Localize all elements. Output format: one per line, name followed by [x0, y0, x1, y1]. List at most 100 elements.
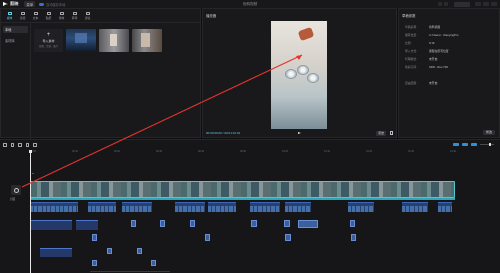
player-title: 播放器	[206, 14, 217, 18]
cover-button[interactable]	[11, 185, 21, 195]
ruler-tick: 00:40	[198, 150, 204, 153]
filter-icon	[85, 11, 90, 15]
media-thumbnail[interactable]	[66, 29, 96, 52]
main-video-track[interactable]	[30, 181, 455, 198]
text-clip[interactable]	[137, 248, 142, 254]
undo-icon[interactable]	[10, 143, 14, 147]
timeline-panel: 00:00 00:10 00:20 00:30 00:40 00:50 01:0…	[0, 139, 500, 273]
app-logo-icon	[3, 2, 8, 6]
audio-segment[interactable]	[122, 202, 152, 212]
delete-icon[interactable]	[33, 143, 37, 147]
ruler-tick: 01:00	[282, 150, 288, 153]
detail-row: 自由层级: 未开启	[405, 81, 438, 85]
maximize-icon[interactable]	[483, 1, 489, 6]
minimize-icon[interactable]	[475, 1, 481, 6]
fullscreen-icon[interactable]	[389, 131, 393, 135]
sticker-clip[interactable]	[92, 234, 97, 241]
import-hint: 视频、音频、图片	[38, 45, 59, 48]
aspect-ratio-button[interactable]: 原始	[376, 130, 386, 136]
text-icon	[33, 11, 38, 15]
menu-button[interactable]: 菜单	[24, 0, 36, 8]
audio-segment[interactable]	[438, 202, 452, 212]
media-sidebar: 本地 素材库	[1, 23, 31, 139]
sticker-clip[interactable]	[351, 234, 356, 241]
link-toggle[interactable]	[462, 143, 468, 146]
effect-clip[interactable]	[190, 220, 195, 227]
tool-audio[interactable]: 音频	[16, 9, 29, 22]
modify-button[interactable]: 修改	[482, 129, 495, 135]
main-track-underline	[30, 198, 455, 200]
effect-clip[interactable]	[131, 220, 136, 227]
title-bar: 剪映 菜单 自动保存本地 色鸭视频	[0, 0, 500, 8]
text-clip[interactable]	[151, 260, 156, 266]
audio-segment[interactable]	[30, 202, 78, 212]
media-grid: + 导入素材 视频、音频、图片	[34, 29, 162, 52]
sticker-clip[interactable]	[205, 234, 210, 241]
tool-filter[interactable]: 滤镜	[81, 9, 94, 22]
preview-hand	[297, 26, 315, 42]
effect-clip[interactable]	[350, 220, 355, 227]
import-media-button[interactable]: + 导入素材 视频、音频、图片	[34, 29, 63, 52]
select-icon[interactable]	[3, 143, 7, 147]
sticker-clip[interactable]	[285, 234, 291, 241]
import-label: 导入素材	[42, 39, 55, 43]
audio-clip[interactable]	[76, 220, 98, 230]
close-icon[interactable]	[491, 1, 497, 6]
tool-transition[interactable]: 转场	[68, 9, 81, 22]
tool-effects[interactable]: 特效	[55, 9, 68, 22]
preview-cup	[297, 65, 309, 75]
effect-clip[interactable]	[160, 220, 165, 227]
tool-media[interactable]: 媒体	[3, 9, 16, 22]
timeline-view-controls	[453, 143, 494, 146]
media-toolbar: 媒体 音频 文本 贴纸 特效 转场 滤镜	[1, 9, 200, 23]
media-thumbnail[interactable]	[132, 29, 162, 52]
playhead[interactable]	[29, 150, 32, 273]
sidebar-item-library[interactable]: 素材库	[3, 37, 28, 44]
detail-row: 比例: 9:16	[405, 41, 435, 45]
split-icon[interactable]	[25, 143, 29, 147]
detail-row: 代理模式: 未开启	[405, 57, 438, 61]
audio-segment[interactable]	[88, 202, 116, 212]
media-thumbnail[interactable]	[99, 29, 129, 52]
text-clip[interactable]	[107, 248, 112, 254]
audio-segment[interactable]	[208, 202, 236, 212]
redo-icon[interactable]	[18, 143, 22, 147]
audio-segment[interactable]	[285, 202, 311, 212]
ruler-tick: 00:10	[72, 150, 78, 153]
layout-icon[interactable]	[444, 2, 448, 6]
timeline-ruler[interactable]: 00:00 00:10 00:20 00:30 00:40 00:50 01:0…	[30, 150, 500, 155]
audio-clip[interactable]	[30, 220, 72, 230]
audio-segment[interactable]	[348, 202, 374, 212]
play-icon[interactable]	[298, 132, 301, 134]
detail-row: 草稿名称: 色鸭视频	[405, 25, 441, 29]
tool-text[interactable]: 文本	[29, 9, 42, 22]
audio-clip[interactable]	[40, 248, 72, 257]
media-icon	[7, 11, 12, 15]
main-track-tag	[32, 173, 34, 174]
draft-details-panel: 草稿参数 草稿名称: 色鸭视频 保存位置: C:/Users/.../Jianyin…	[398, 8, 500, 138]
app-name: 剪映	[10, 1, 19, 6]
text-clip[interactable]	[92, 260, 97, 266]
details-title: 草稿参数	[402, 14, 416, 18]
effect-clip[interactable]	[251, 220, 257, 227]
details-list: 草稿名称: 色鸭视频 保存位置: C:/Users/.../JianyingPro …	[405, 23, 497, 87]
sidebar-item-local[interactable]: 本地	[3, 26, 28, 33]
audio-segment[interactable]	[175, 202, 205, 212]
zoom-slider[interactable]	[480, 143, 494, 146]
effect-clip[interactable]	[284, 220, 290, 227]
shortcut-icon[interactable]	[438, 2, 442, 6]
preview-axis-toggle[interactable]	[471, 143, 477, 146]
snap-toggle[interactable]	[453, 143, 459, 146]
export-button[interactable]	[454, 1, 470, 7]
media-panel: 媒体 音频 文本 贴纸 特效 转场 滤镜 本地 素材库 + 导入素材 视频、音频…	[0, 8, 201, 139]
timeline-scrollbar[interactable]	[90, 270, 170, 272]
audio-segment[interactable]	[250, 202, 280, 212]
player-controls: 00:00:00:00 / 00:01:01:01 原始	[203, 129, 396, 137]
detail-row: 保存位置: C:/Users/.../JianyingPro	[405, 33, 459, 37]
video-preview[interactable]	[271, 21, 327, 129]
detail-row: 导入方式: 保留在原有位置	[405, 49, 449, 53]
app-logo: 剪映	[3, 1, 18, 7]
tool-sticker[interactable]: 贴纸	[42, 9, 55, 22]
audio-segment[interactable]	[402, 202, 428, 212]
effect-clip[interactable]	[298, 220, 318, 228]
